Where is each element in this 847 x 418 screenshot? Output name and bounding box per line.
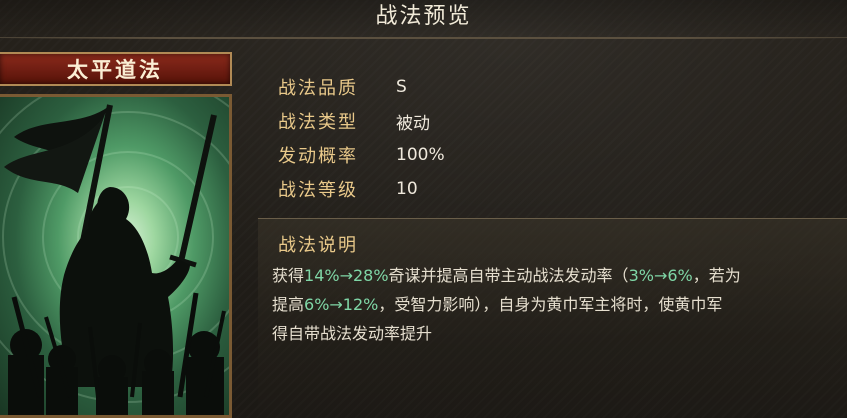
attr-label: 战法类型 xyxy=(278,112,358,133)
attr-value: 10 xyxy=(396,179,418,199)
attr-row-type: 战法类型 被动 xyxy=(278,104,445,138)
desc-text-segment: ，若为 xyxy=(692,266,741,285)
description-line-1: 获得14%→28%奇谋并提高自带主动战法发动率（3%→6%，若为 xyxy=(272,261,847,290)
attr-label: 发动概率 xyxy=(278,146,358,167)
panel-title: 战法预览 xyxy=(0,0,847,38)
skill-card: 太平道法 xyxy=(0,52,232,418)
desc-text-segment: ，受智力影响），自身为黄巾军主将时，使黄巾军 xyxy=(378,295,723,314)
desc-text-segment: 奇谋并提高自带主动战法发动率（ xyxy=(388,266,629,285)
skill-description: 战法说明 获得14%→28%奇谋并提高自带主动战法发动率（3%→6%，若为 提高… xyxy=(258,218,847,418)
title-divider xyxy=(0,37,847,39)
attr-value: 100% xyxy=(396,145,445,165)
attr-value: 被动 xyxy=(396,113,430,134)
attr-label: 战法品质 xyxy=(278,78,358,99)
desc-highlight: 6%→12% xyxy=(304,295,379,314)
skill-attributes: 战法品质 S 战法类型 被动 发动概率 100% 战法等级 10 xyxy=(278,70,445,206)
attr-value: S xyxy=(396,77,407,97)
description-title: 战法说明 xyxy=(278,235,358,256)
attr-row-quality: 战法品质 S xyxy=(278,70,445,104)
desc-highlight: 14%→28% xyxy=(304,266,389,285)
desc-text-segment: 提高 xyxy=(272,295,305,314)
description-line-2: 提高6%→12%，受智力影响），自身为黄巾军主将时，使黄巾军 xyxy=(272,290,847,319)
attr-label: 战法等级 xyxy=(278,180,358,201)
description-line-3: 得自带战法发动率提升 xyxy=(272,324,433,343)
skill-name-banner: 太平道法 xyxy=(0,52,232,86)
banner-warrior-silhouette-icon xyxy=(0,97,229,415)
desc-highlight: 3%→6% xyxy=(628,266,693,285)
description-text: 获得14%→28%奇谋并提高自带主动战法发动率（3%→6%，若为 提高6%→12… xyxy=(272,261,847,348)
attr-row-probability: 发动概率 100% xyxy=(278,138,445,172)
attr-row-level: 战法等级 10 xyxy=(278,172,445,206)
skill-art xyxy=(0,94,232,418)
desc-text-segment: 获得 xyxy=(272,266,305,285)
